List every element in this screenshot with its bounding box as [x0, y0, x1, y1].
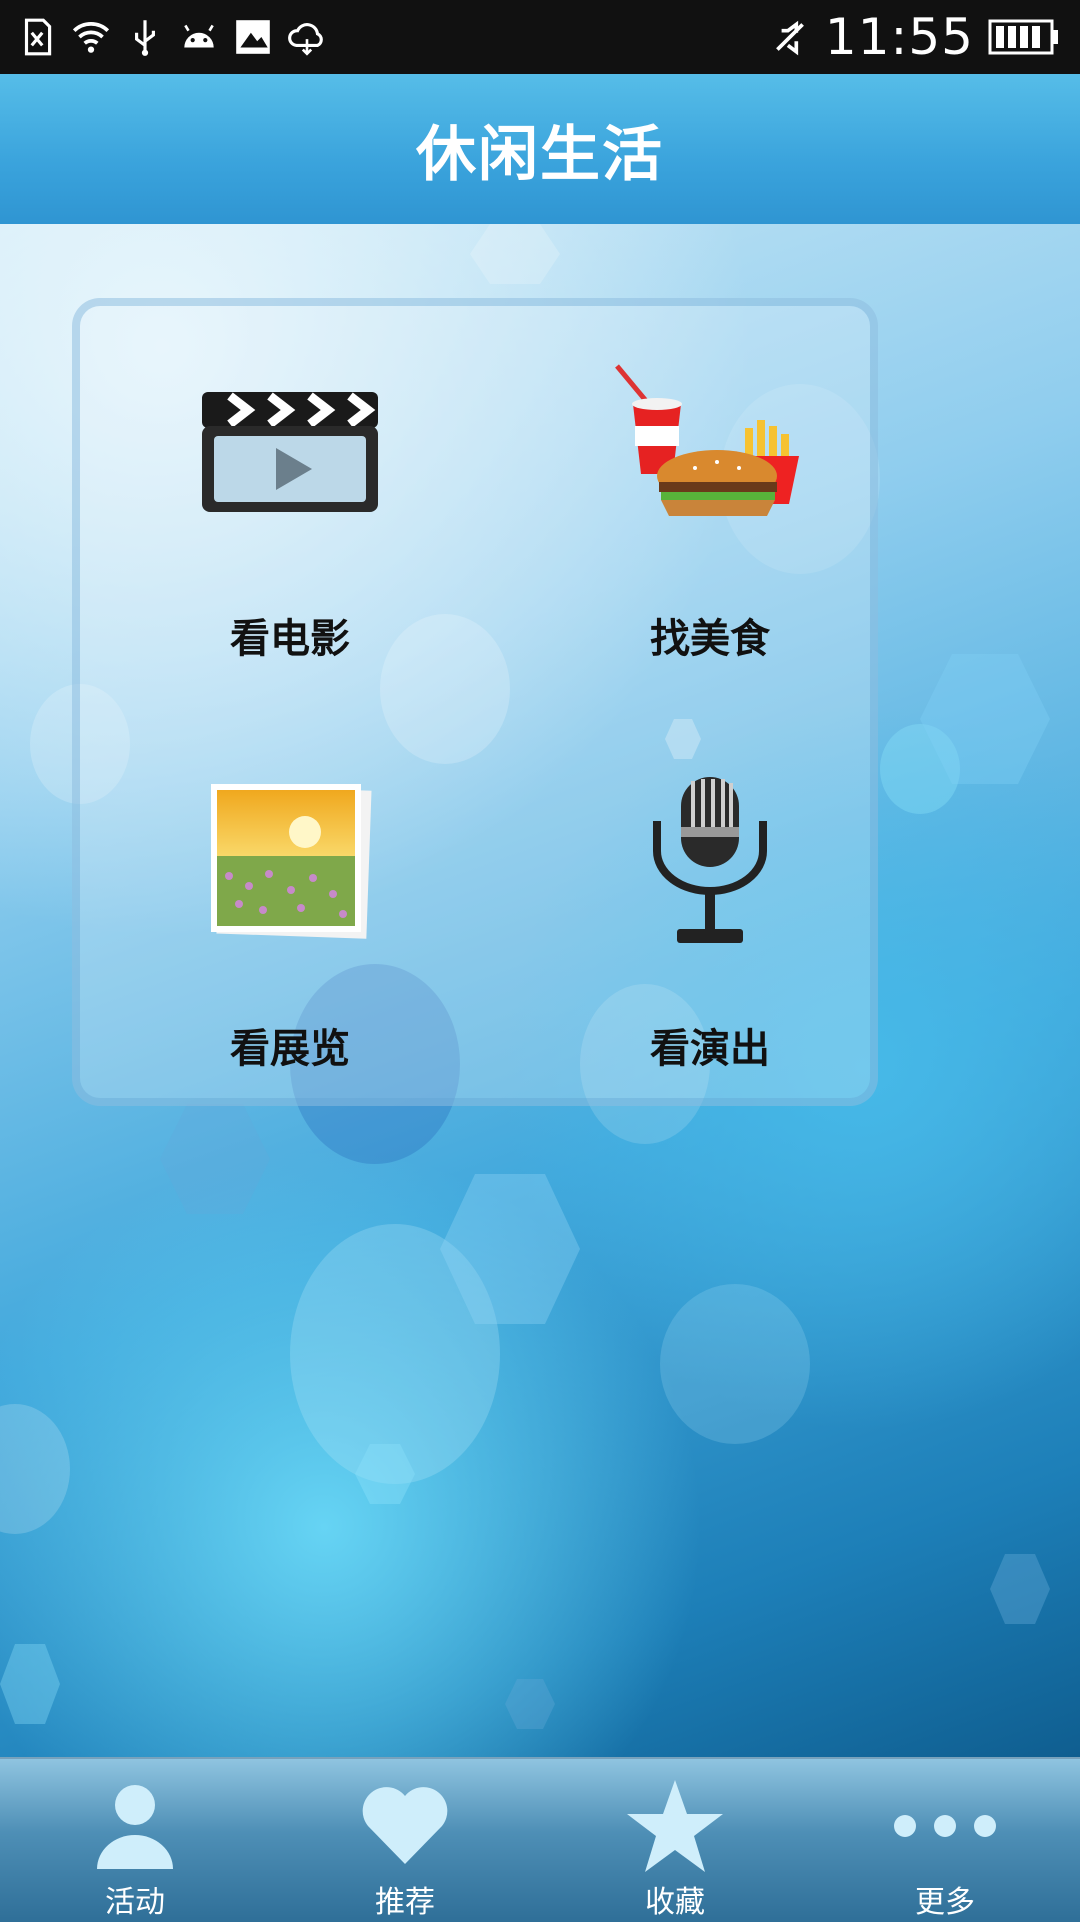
app-header: 休闲生活 — [0, 74, 1080, 224]
status-icons-left — [16, 12, 328, 62]
nav-item-activities[interactable]: 活动 — [0, 1759, 270, 1922]
nav-item-recommended[interactable]: 推荐 — [270, 1759, 540, 1922]
nav-label: 活动 — [105, 1885, 165, 1920]
hexagon — [990, 1554, 1050, 1624]
wifi-icon — [72, 22, 110, 53]
tile-label: 看演出 — [650, 1026, 770, 1072]
status-icons-right: 11:55 — [769, 8, 1060, 66]
android-debug-icon — [184, 24, 214, 48]
page-title: 休闲生活 — [416, 119, 664, 190]
photo-landscape-icon — [80, 766, 500, 956]
nav-item-more[interactable]: 更多 — [810, 1759, 1080, 1922]
movie-clapper-icon — [80, 356, 500, 546]
tile-movies[interactable]: 看电影 — [80, 306, 500, 716]
hexagon — [0, 1644, 60, 1724]
hexagon — [920, 654, 1050, 784]
hexagon — [355, 1444, 415, 1504]
bottom-navigation: 活动 推荐 收藏 更多 — [0, 1757, 1080, 1922]
tile-exhibitions[interactable]: 看展览 — [80, 716, 500, 1126]
battery-icon — [988, 19, 1058, 55]
status-bar: 11:55 — [0, 0, 1080, 74]
usb-icon — [135, 20, 155, 56]
hexagon — [440, 1174, 580, 1324]
image-notification-icon — [236, 20, 270, 54]
tile-label: 看电影 — [230, 616, 350, 662]
hexagon — [505, 1679, 555, 1729]
hexagon — [470, 224, 560, 284]
tile-label: 找美食 — [650, 616, 770, 662]
bokeh — [660, 1284, 810, 1444]
leisure-menu-panel: 看电影 找美食 看展览 看演出 — [72, 298, 878, 1106]
nav-label: 推荐 — [375, 1885, 435, 1920]
fast-food-icon — [500, 356, 920, 546]
cloud-sync-icon — [288, 23, 323, 56]
tile-label: 看展览 — [230, 1026, 350, 1072]
tile-performances[interactable]: 看演出 — [500, 716, 920, 1126]
bokeh — [0, 1404, 70, 1534]
tile-food[interactable]: 找美食 — [500, 306, 920, 716]
nav-label: 更多 — [915, 1885, 975, 1920]
nav-label: 收藏 — [645, 1885, 705, 1920]
heart-icon — [270, 1771, 540, 1881]
person-icon — [0, 1771, 270, 1881]
mute-icon — [776, 20, 804, 56]
nav-item-favorites[interactable]: 收藏 — [540, 1759, 810, 1922]
sd-card-error-icon — [24, 18, 52, 56]
clock: 11:55 — [824, 8, 974, 66]
microphone-icon — [500, 766, 920, 956]
more-dots-icon — [810, 1771, 1080, 1881]
star-icon — [540, 1771, 810, 1881]
